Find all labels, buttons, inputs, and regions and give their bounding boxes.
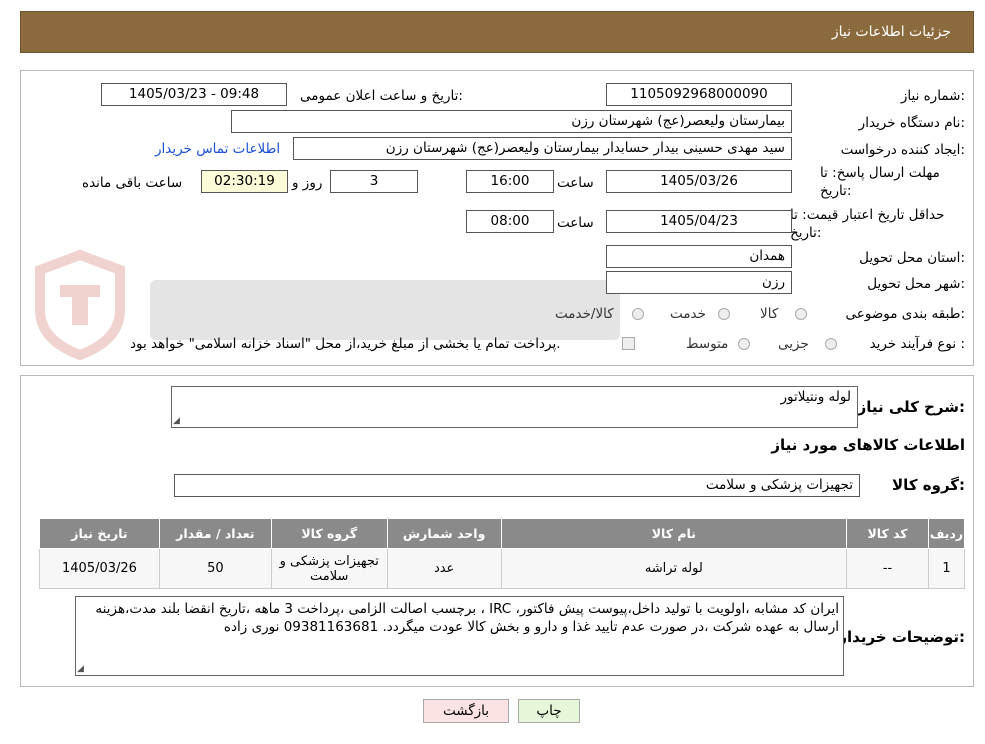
category-option-service: خدمت [670,306,706,322]
validity-label: حداقل تاریخ اعتبار قیمت: تا تاریخ: [790,207,945,241]
buyer-notes-field: ایران کد مشابه ،اولویت با تولید داخل،پیو… [75,596,844,676]
remaining-time-field: 02:30:19 [201,170,288,193]
group-field: تجهیزات پزشکی و سلامت [174,474,860,497]
city-field: رزن [606,271,792,294]
col-name: نام کالا [500,518,848,549]
need-number-field: 1105092968000090 [606,83,792,106]
category-label: طبقه بندی موضوعی: [845,306,965,322]
treasury-checkbox[interactable] [622,337,635,350]
category-radio-goods-service[interactable] [632,308,644,320]
deadline-time-field: 16:00 [466,170,554,193]
deadline-time-label: ساعت [557,175,594,191]
days-label: روز و [292,175,323,191]
category-radio-service[interactable] [718,308,730,320]
page-header: جزئیات اطلاعات نیاز [20,11,974,53]
category-option-goods-service: کالا/خدمت [555,306,614,322]
validity-time-field: 08:00 [466,210,554,233]
cell-row: 1 [927,548,966,589]
category-radio-goods[interactable] [795,308,807,320]
buyer-org-field: بیمارستان ولیعصر(عج) شهرستان رزن [231,110,792,133]
buyer-notes-text: ایران کد مشابه ،اولویت با تولید داخل،پیو… [95,601,839,635]
announce-date-label: تاریخ و ساعت اعلان عمومی: [300,88,463,104]
validity-time-label: ساعت [557,215,594,231]
goods-table-header: تاریخ نیاز تعداد / مقدار گروه کالا واحد … [39,518,966,549]
buyer-notes-label: توضیحات خریدار: [838,628,965,646]
resize-handle-icon[interactable]: ◢ [173,417,181,426]
process-option-medium: متوسط [686,336,729,352]
process-radio-medium[interactable] [738,338,750,350]
cell-need-date: 1405/03/26 [39,548,160,589]
table-row: 1405/03/26 50 تجهیزات پزشکی و سلامت عدد … [39,548,966,589]
validity-date-field: 1405/04/23 [606,210,792,233]
goods-info-title: اطلاعات کالاهای مورد نیاز [771,436,965,454]
deadline-label: مهلت ارسال پاسخ: تا تاریخ: [820,165,940,199]
buyer-org-label: نام دستگاه خریدار: [858,115,965,131]
process-label: نوع فرآیند خرید : [869,336,965,352]
cell-code: -- [846,548,929,589]
col-row: ردیف [927,518,966,549]
description-label: شرح کلی نیاز: [857,398,965,416]
payment-note: پرداخت تمام یا بخشی از مبلغ خرید،از محل … [130,336,561,352]
announce-date-field: 1405/03/23 - 09:48 [101,83,287,106]
cell-name: لوله تراشه [500,548,848,589]
back-button[interactable]: بازگشت [423,699,509,723]
cell-quantity: 50 [158,548,272,589]
process-option-minor: جزیی [778,336,809,352]
description-text: لوله ونتیلاتور [780,389,851,405]
group-label: گروه کالا: [892,476,965,494]
process-radio-minor[interactable] [825,338,837,350]
cell-group: تجهیزات پزشکی و سلامت [270,548,388,589]
goods-table: تاریخ نیاز تعداد / مقدار گروه کالا واحد … [39,518,966,589]
notes-resize-handle-icon[interactable]: ◢ [77,665,85,674]
col-unit: واحد شمارش [386,518,502,549]
creator-field: سید مهدی حسینی بیدار حسابدار بیمارستان و… [293,137,792,160]
need-number-label: شماره نیاز: [900,88,965,104]
buyer-contact-link[interactable]: اطلاعات تماس خریدار [155,141,280,157]
remaining-time-label: ساعت باقی مانده [82,175,183,191]
description-field: لوله ونتیلاتور [171,386,858,428]
col-code: کد کالا [846,518,929,549]
col-need-date: تاریخ نیاز [39,518,160,549]
col-quantity: تعداد / مقدار [158,518,272,549]
category-option-goods: کالا [760,306,779,322]
province-label: استان محل تحویل: [859,250,965,266]
print-button[interactable]: چاپ [518,699,580,723]
deadline-date-field: 1405/03/26 [606,170,792,193]
creator-label: ایجاد کننده درخواست: [840,142,965,158]
province-field: همدان [606,245,792,268]
city-label: شهر محل تحویل: [867,276,965,292]
cell-unit: عدد [386,548,502,589]
days-field: 3 [330,170,418,193]
col-group: گروه کالا [270,518,388,549]
page-title: جزئیات اطلاعات نیاز [831,24,951,40]
